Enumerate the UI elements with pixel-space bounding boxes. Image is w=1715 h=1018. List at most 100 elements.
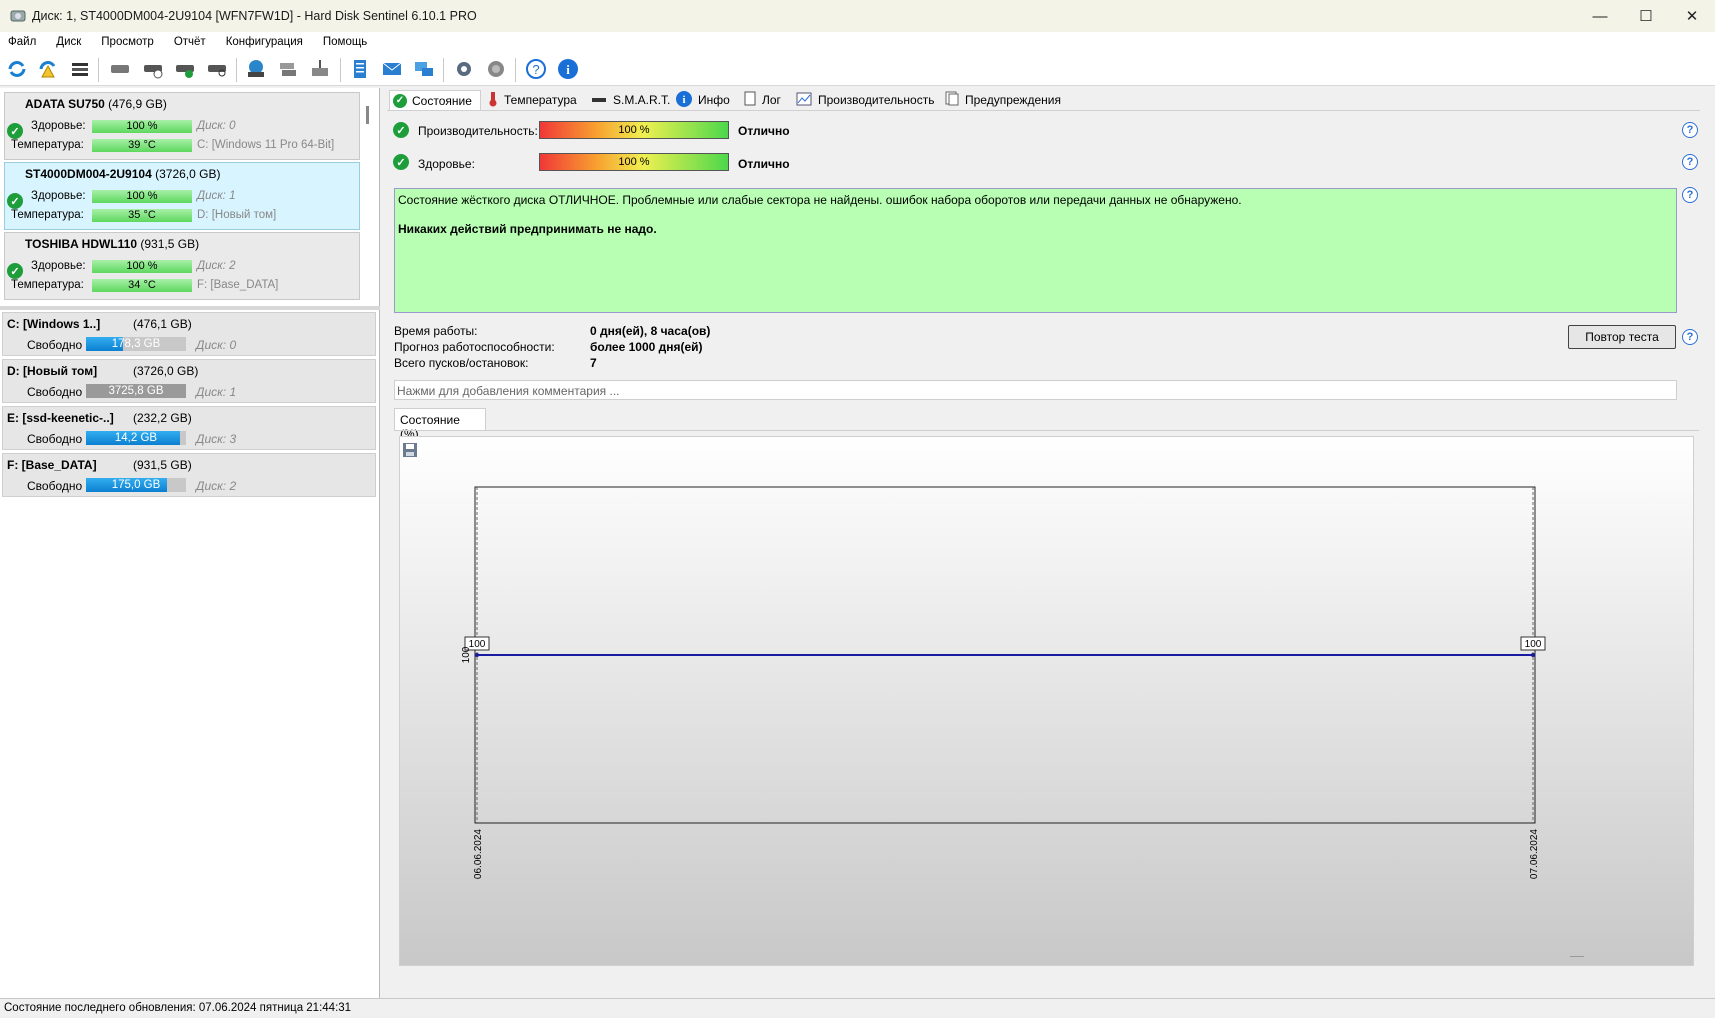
volume-size: (3726,0 GB) [133,364,199,378]
tab-warnings[interactable]: Предупреждения [941,90,1061,110]
volume-disk: Диск: 1 [196,385,237,399]
menu-view[interactable]: Просмотр [93,36,162,48]
disk-name: ADATA SU750 [25,97,105,111]
health-gauge: 100 % [539,153,729,171]
free-label: Свободно [27,338,83,352]
temp-label: Температура: [11,209,84,221]
disk-app-icon [10,8,26,24]
disk-list-scrollbar[interactable] [366,106,369,124]
health-label: Здоровье: [418,157,475,171]
status-message: Состояние жёсткого диска ОТЛИЧНОЕ. Пробл… [398,193,1242,207]
check-icon: ✓ [7,123,23,139]
data-point [1531,653,1535,657]
temp-bar: 35 °C [92,209,192,222]
tab-status[interactable]: ✓ Состояние [389,90,481,110]
disk-name: ST4000DM004-2U9104 [25,167,152,181]
volume-disk: Диск: 0 [196,338,237,352]
disk-number: Диск: 2 [197,260,236,272]
chart-resize-handle[interactable] [1570,956,1584,957]
right-scrollbar[interactable] [1700,86,1715,998]
disk-search-icon[interactable] [204,56,230,82]
smart-icon [592,98,606,102]
volume-disk: Диск: 3 [196,432,237,446]
tab-temperature[interactable]: Температура [484,90,577,110]
title-bar: Диск: 1, ST4000DM004-2U9104 [WFN7FW1D] -… [0,0,1715,32]
disk-item-toshiba[interactable]: TOSHIBA HDWL110 (931,5 GB) ✓ Здоровье: 1… [4,232,360,300]
starts-value: 7 [590,356,597,370]
menu-bar: Файл Диск Просмотр Отчёт Конфигурация По… [0,32,1715,52]
comment-input[interactable]: Нажми для добавления комментария ... [394,380,1677,400]
notepad-icon[interactable] [347,56,373,82]
check-icon: ✓ [7,263,23,279]
tab-log[interactable]: Лог [740,90,781,110]
check-icon: ✓ [393,93,407,108]
disk-volume: D: [Новый том] [197,209,277,221]
help-icon[interactable]: ? [1682,187,1698,203]
info-icon[interactable]: i [555,56,581,82]
disk-icon[interactable] [107,56,133,82]
free-value: 3725,8 GB [108,385,164,397]
disk-clock-icon[interactable] [140,56,166,82]
menu-help[interactable]: Помощь [315,36,375,48]
disk-size: (476,9 GB) [108,97,167,111]
maximize-button[interactable]: ☐ [1623,0,1669,32]
volume-size: (476,1 GB) [133,317,192,331]
uptime-value: 0 дня(ей), 8 часа(ов) [590,324,711,338]
disk-check-icon[interactable] [172,56,198,82]
gear-icon[interactable] [451,56,477,82]
list-icon[interactable] [67,56,93,82]
check-icon: ✓ [7,193,23,209]
volume-item-d[interactable]: D: [Новый том] (3726,0 GB) Свободно 3725… [2,359,376,403]
menu-file[interactable]: Файл [0,36,44,48]
disk-number: Диск: 1 [197,190,236,202]
free-label: Свободно [27,385,83,399]
splitter[interactable] [0,306,380,310]
disk-number: Диск: 0 [197,120,236,132]
close-button[interactable]: ✕ [1669,0,1715,32]
help-icon[interactable]: ? [523,56,549,82]
retest-button[interactable]: Повтор теста [1568,325,1676,349]
network-icon[interactable] [411,56,437,82]
free-bar: 3725,8 GB [86,384,186,398]
volume-item-f[interactable]: F: [Base_DATA] (931,5 GB) Свободно 175,0… [2,453,376,497]
data-label: 100 [1525,639,1542,650]
help-icon[interactable]: ? [1682,154,1698,170]
disk-item-seagate[interactable]: ST4000DM004-2U9104 (3726,0 GB) ✓ Здоровь… [4,162,360,230]
tab-smart[interactable]: S.M.A.R.T. [588,90,670,110]
disk-list-panel: ADATA SU750 (476,9 GB) ✓ Здоровье: 100 %… [0,88,380,998]
disks-icon[interactable] [275,56,301,82]
help-icon[interactable]: ? [1682,329,1698,345]
svg-text:?: ? [532,62,539,77]
disk-volume: C: [Windows 11 Pro 64-Bit] [197,139,335,151]
temp-label: Температура: [11,139,84,151]
temp-bar: 39 °C [92,139,192,152]
tab-status-chart[interactable]: Состояние (%) [394,408,486,441]
tab-label: Инфо [698,93,730,107]
health-bar: 100 % [92,260,192,273]
toolbar: ? i [0,52,1715,86]
free-bar: 178,3 GB [86,337,186,351]
menu-config[interactable]: Конфигурация [218,36,311,48]
minimize-button[interactable]: — [1577,0,1623,32]
disk-transfer-icon[interactable] [307,56,333,82]
sound-icon[interactable] [483,56,509,82]
refresh-warning-icon[interactable] [35,56,61,82]
thermometer-icon [488,91,498,110]
globe-disk-icon[interactable] [243,56,269,82]
volume-item-c[interactable]: C: [Windows 1..] (476,1 GB) Свободно 178… [2,312,376,356]
mail-icon[interactable] [379,56,405,82]
menu-disk[interactable]: Диск [48,36,89,48]
tab-performance[interactable]: Производительность [792,90,934,110]
volume-item-e[interactable]: E: [ssd-keenetic-..] (232,2 GB) Свободно… [2,406,376,450]
tab-info[interactable]: i Инфо [672,90,730,110]
warnings-icon [945,91,959,109]
starts-label: Всего пусков/остановок: [394,356,529,370]
x-tick-label: 07.06.2024 [1529,829,1540,879]
disk-item-adata[interactable]: ADATA SU750 (476,9 GB) ✓ Здоровье: 100 %… [4,92,360,160]
refresh-icon[interactable] [4,56,30,82]
menu-report[interactable]: Отчёт [166,36,214,48]
free-value: 175,0 GB [111,479,161,491]
help-icon[interactable]: ? [1682,122,1698,138]
volume-name: E: [ssd-keenetic-..] [7,411,114,425]
window-title: Диск: 1, ST4000DM004-2U9104 [WFN7FW1D] -… [32,9,477,23]
